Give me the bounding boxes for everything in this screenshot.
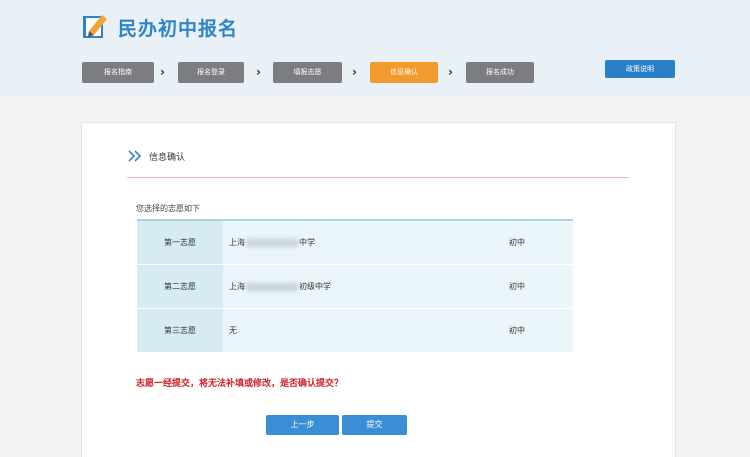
volunteer-school: 上海 初级中学 (223, 264, 507, 309)
submit-warning: 志愿一经提交，将无法补填或修改，是否确认提交？ (136, 379, 344, 389)
section-title: 信息确认 (149, 153, 186, 163)
step-arrow-icon: › (256, 65, 261, 79)
volunteer-school: 上海 中学 (223, 220, 507, 265)
section-divider (127, 177, 629, 178)
table-row: 第三志愿 无 初中 (137, 308, 573, 353)
step-login[interactable]: 报名登录 (178, 62, 244, 83)
table-row: 第二志愿 上海 初级中学 初中 (137, 264, 573, 309)
volunteer-rank: 第二志愿 (137, 264, 223, 309)
submit-button[interactable]: 提交 (342, 415, 407, 435)
volunteer-level: 初中 (507, 220, 573, 265)
school-prefix: 上海 (229, 238, 245, 247)
step-arrow-icon: › (160, 65, 165, 79)
table-row: 第一志愿 上海 中学 初中 (137, 220, 573, 265)
confirm-panel: 信息确认 您选择的志愿如下 第一志愿 上海 中学 初中 第二志愿 上海 初级中学 初… (81, 122, 676, 457)
page-header: 民办初中报名 报名指南 › 报名登录 › 填报志愿 › 信息确认 › 报名成功 … (0, 0, 750, 96)
school-suffix: 初级中学 (299, 282, 331, 291)
book-pen-logo-icon (83, 15, 107, 38)
volunteer-intro: 您选择的志愿如下 (136, 204, 200, 213)
redacted-text (246, 238, 298, 247)
step-fill-volunteer[interactable]: 填报志愿 (273, 62, 342, 83)
step-confirm-info[interactable]: 信息确认 (370, 62, 438, 83)
volunteer-table: 第一志愿 上海 中学 初中 第二志愿 上海 初级中学 初中 第三志愿 无 初中 (137, 219, 573, 353)
redacted-text (246, 282, 298, 291)
school-suffix: 中学 (299, 238, 315, 247)
step-guide[interactable]: 报名指南 (82, 62, 154, 83)
prev-step-button[interactable]: 上一步 (266, 415, 339, 435)
step-arrow-icon: › (448, 65, 453, 79)
volunteer-level: 初中 (507, 264, 573, 309)
volunteer-level: 初中 (507, 308, 573, 353)
double-chevron-icon (128, 150, 142, 162)
volunteer-school: 无 (223, 308, 507, 353)
volunteer-rank: 第一志愿 (137, 220, 223, 265)
school-prefix: 无 (229, 326, 237, 335)
school-prefix: 上海 (229, 282, 245, 291)
policy-button[interactable]: 政策说明 (605, 60, 675, 78)
volunteer-rank: 第三志愿 (137, 308, 223, 353)
step-arrow-icon: › (352, 65, 357, 79)
step-success[interactable]: 报名成功 (466, 62, 534, 83)
app-title: 民办初中报名 (118, 18, 239, 40)
